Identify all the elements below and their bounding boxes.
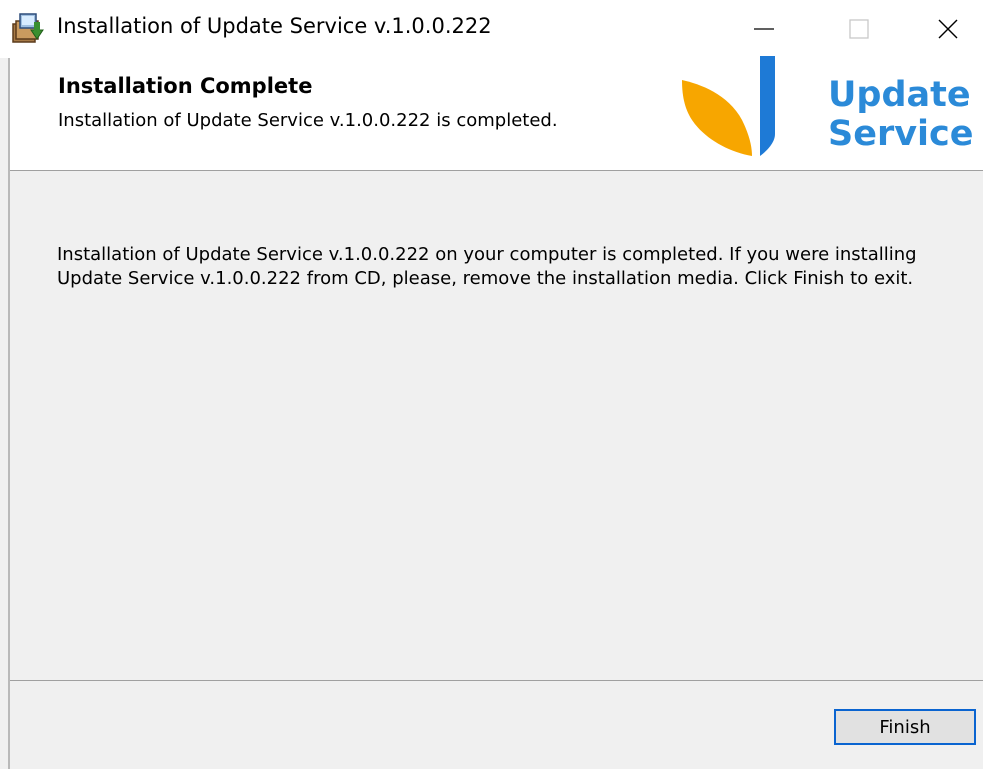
installer-header: Installation Complete Installation of Up… [10, 56, 983, 171]
page-subtitle: Installation of Update Service v.1.0.0.2… [58, 110, 558, 131]
title-bar[interactable]: Installation of Update Service v.1.0.0.2… [0, 0, 983, 58]
minimize-button[interactable] [734, 0, 794, 58]
logo-line-update: Update [828, 75, 971, 115]
completion-message: Installation of Update Service v.1.0.0.2… [57, 244, 917, 289]
update-service-logo-icon [682, 56, 775, 156]
logo-wordmark: Update Service [828, 76, 974, 154]
maximize-icon [849, 19, 869, 39]
page-title: Installation Complete [58, 74, 313, 98]
window-title: Installation of Update Service v.1.0.0.2… [57, 14, 492, 38]
close-icon [938, 19, 958, 39]
finish-button[interactable]: Finish [834, 709, 976, 745]
installer-app-icon [12, 13, 44, 43]
maximize-button[interactable] [829, 0, 889, 58]
minimize-icon [754, 28, 774, 30]
logo-line-service: Service [828, 114, 974, 154]
installer-window: Installation of Update Service v.1.0.0.2… [0, 0, 983, 769]
close-button[interactable] [918, 0, 978, 58]
footer-divider [10, 680, 983, 681]
